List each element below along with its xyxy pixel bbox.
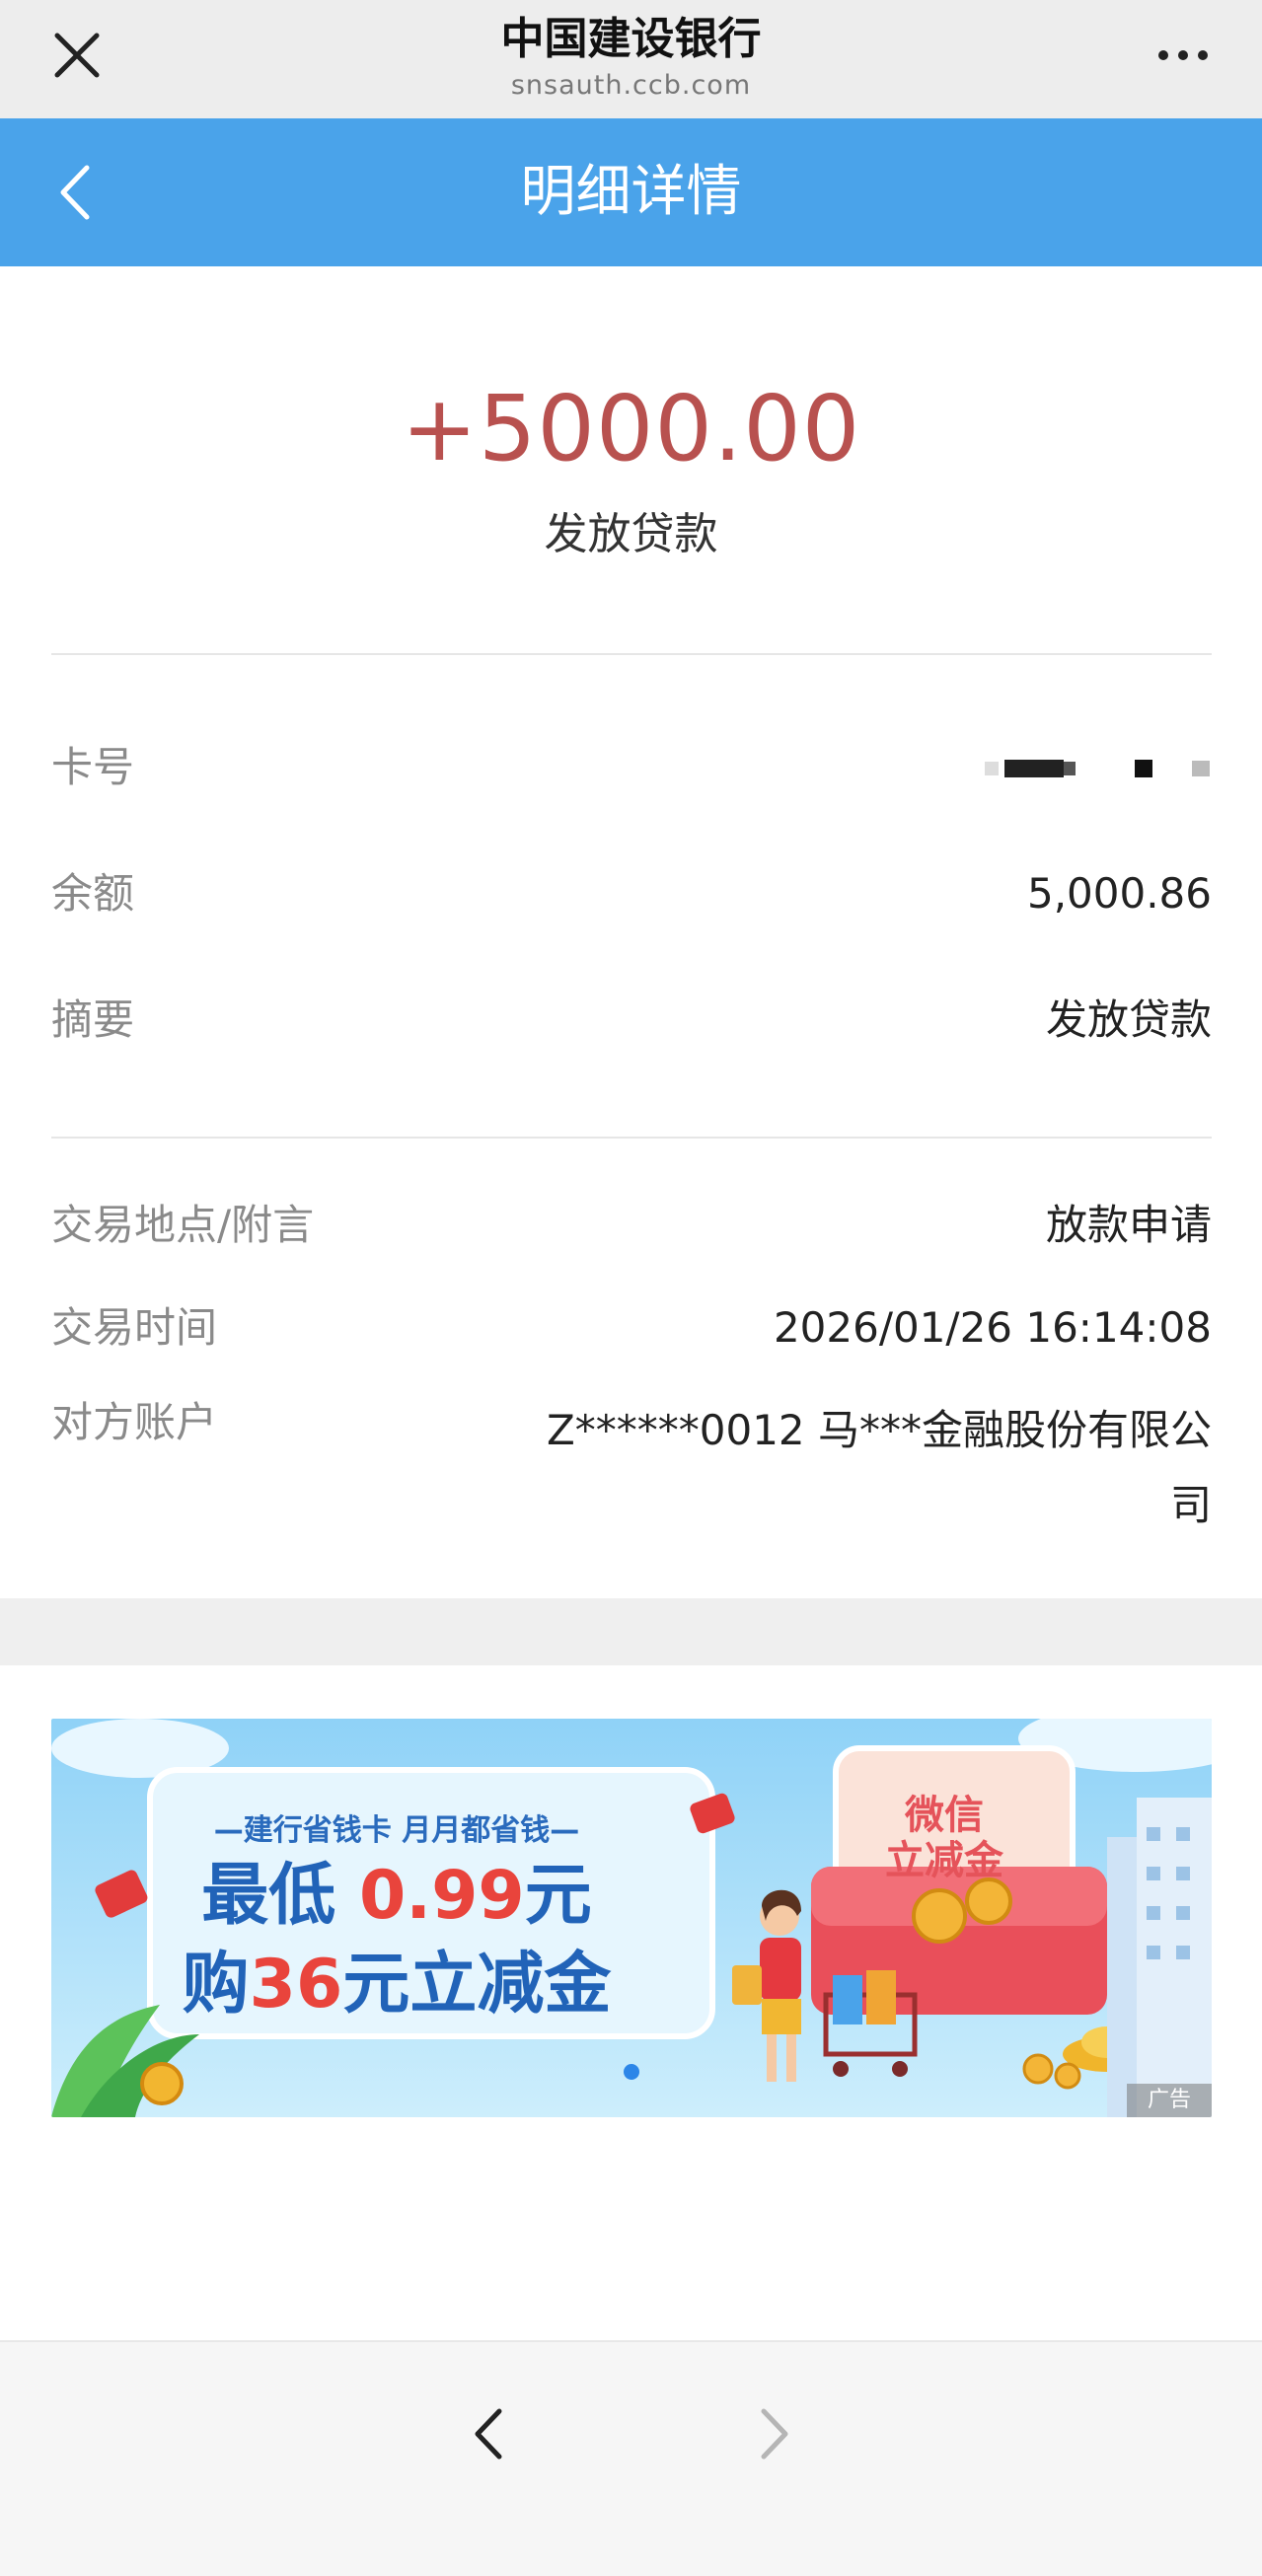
masked-card-number [985,760,1210,777]
detail-value: 放款申请 [1045,1201,1212,1249]
transaction-amount: +5000.00 [401,376,861,481]
browser-url: snsauth.ccb.com [510,70,752,101]
wechat-card-text-2: 立减金 [885,1838,1003,1883]
banner-headline-1: 最低 0.99元 [201,1857,592,1935]
carousel-indicator[interactable] [624,2064,639,2080]
detail-value: Z******0012 马***金融股份有限公司 [546,1406,1212,1529]
detail-value: 5,000.86 [1026,869,1212,918]
detail-label: 交易时间 [51,1303,218,1352]
forward-icon[interactable] [750,2399,799,2468]
banner-headline-2: 购36元立减金 [182,1946,612,2024]
detail-label: 对方账户 [51,1398,218,1446]
divider [51,653,1212,655]
detail-label: 摘要 [51,995,135,1044]
page-title: 明细详情 [520,160,742,224]
detail-row-balance: 余额 5,000.86 [51,864,1212,923]
detail-value: 发放贷款 [1045,995,1212,1044]
detail-label: 卡号 [51,743,135,791]
section-separator [0,1598,1262,1665]
detail-label: 交易地点/附言 [51,1201,315,1249]
transaction-type: 发放贷款 [544,509,718,559]
back-icon[interactable] [464,2399,513,2468]
ad-label: 广告 [1127,2084,1212,2117]
detail-row-time: 交易时间 2026/01/26 16:14:08 [51,1298,1212,1358]
divider [51,1137,1212,1139]
more-options-icon[interactable] [1153,34,1213,77]
browser-top-bar: 中国建设银行 snsauth.ccb.com [0,0,1262,118]
banner-tagline: —建行省钱卡 月月都省钱— [213,1813,580,1848]
detail-value: 2026/01/26 16:14:08 [773,1303,1212,1352]
detail-row-location: 交易地点/附言 放款申请 [51,1196,1212,1255]
wechat-coupon-card: 微信 立减金 [846,1793,1043,1883]
detail-row-counterparty: 对方账户 Z******0012 马***金融股份有限公司 [51,1393,1212,1551]
wechat-card-text-1: 微信 [905,1793,984,1838]
detail-row-card-number: 卡号 [51,738,1212,797]
app-header: 明细详情 [0,118,1262,266]
detail-row-summary: 摘要 发放贷款 [51,991,1212,1050]
browser-bottom-nav [0,2340,1262,2576]
promo-banner[interactable]: —建行省钱卡 月月都省钱— 最低 0.99元 购36元立减金 微信 立减金 广告 [51,1719,1212,2117]
browser-title: 中国建设银行 [500,14,762,64]
detail-label: 余额 [51,869,135,918]
